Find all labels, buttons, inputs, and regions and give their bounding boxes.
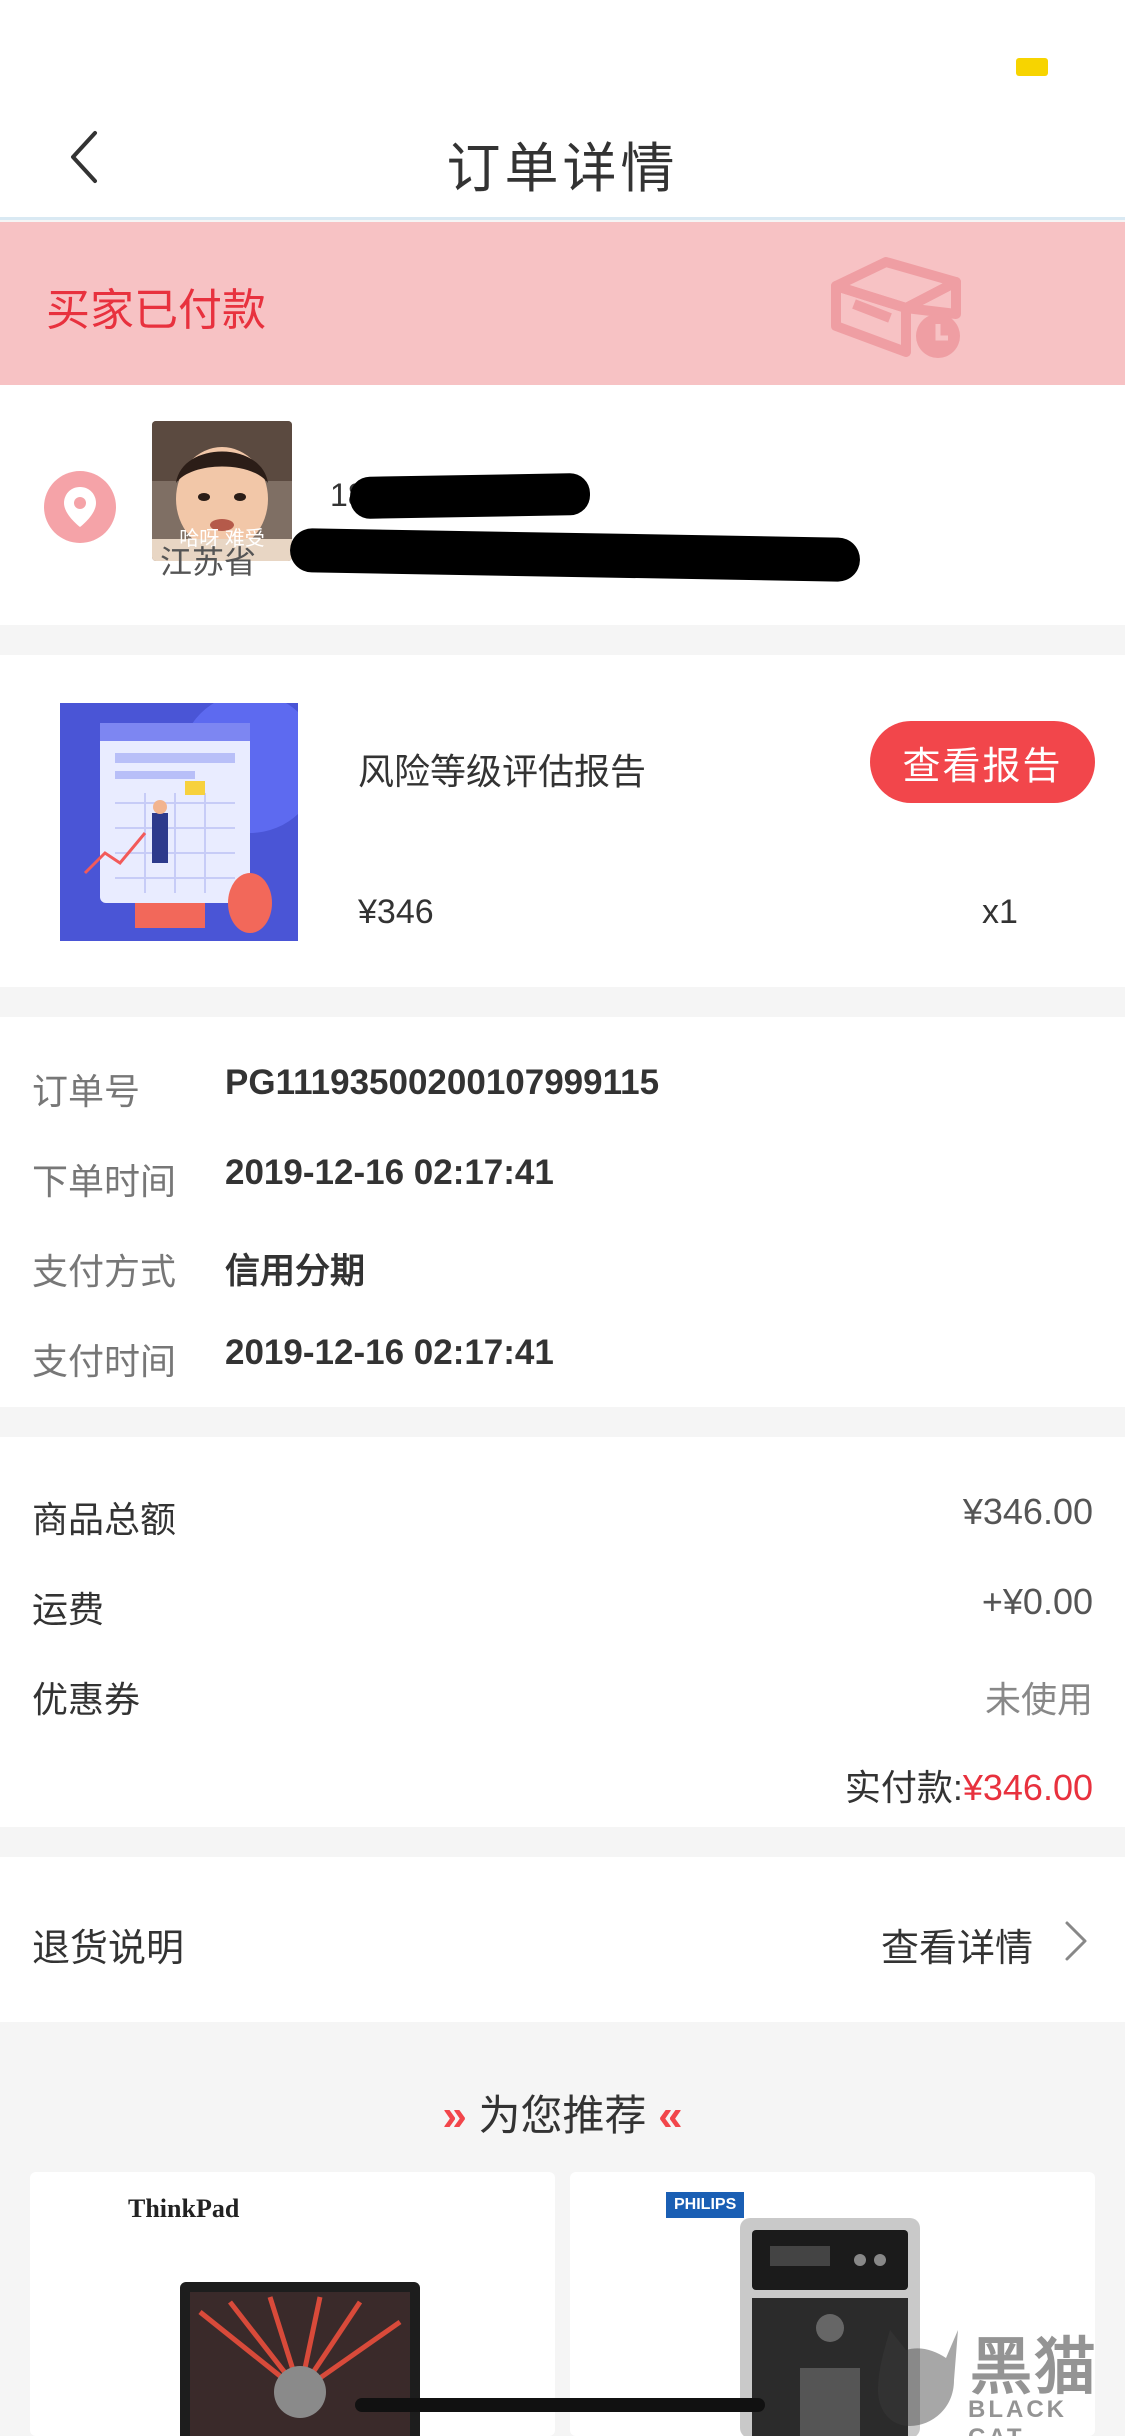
view-details-link[interactable]: 查看详情 [881,1917,1033,1972]
redaction-mark [289,528,861,582]
order-number-row: 订单号 PG111935002001079991​15 [0,1053,1125,1113]
payment-time-row: 支付时间 2019-12-16 02:17:41 [0,1323,1125,1383]
location-icon [44,471,116,543]
watermark-text: 黑猫 [970,2333,1099,2402]
payment-time-label: 支付时间 [32,1341,177,1382]
coupon-value: 未使用 [984,1679,1093,1720]
recommend-item[interactable]: ThinkPad [30,2172,555,2436]
order-info-section: 订单号 PG111935002001079991​15 下单时间 2019-12… [0,1017,1125,1407]
home-indicator[interactable] [355,2398,765,2412]
view-report-button[interactable]: 查看报告 [870,721,1095,803]
payment-time-value: 2019-12-16 02:17:41 [225,1333,554,1372]
chevron-right-icon [1065,1921,1087,1961]
goods-total-value: ¥346.00 [962,1491,1093,1532]
watermark: 黑猫 BLACK CAT [870,2310,1120,2436]
shipping-label: 运费 [32,1589,105,1630]
return-policy-row[interactable]: 退货说明 查看详情 [0,1857,1125,2022]
right-arrows-icon: « [658,2091,683,2140]
redaction-mark [349,472,591,520]
recommend-title: » 为您推荐 « [0,2082,1125,2143]
payment-method-row: 支付方式 信用分期 [0,1233,1125,1293]
coupon-label: 优惠券 [32,1679,141,1720]
battery-icon [1016,58,1048,76]
paid-total: 实付款:¥346.00 [845,1759,1093,1811]
status-bar [0,0,1125,100]
product-price: ¥346 [358,893,434,931]
recommend-title-text: 为您推荐 [478,2092,647,2139]
order-status-text: 买家已付款 [46,286,266,335]
brand-label: PHILIPS [666,2192,745,2218]
order-time-label: 下单时间 [32,1161,177,1202]
product-name: 风险等级评估报告 [358,751,647,792]
box-clock-icon [831,257,961,358]
product-card: 风险等级评估报告 查看报告 ¥346 x1 [0,655,1125,987]
nav-bar: 订单详情 [0,100,1125,220]
product-image[interactable] [60,703,298,941]
paid-label: 实付款: [844,1767,963,1808]
order-time-value: 2019-12-16 02:17:41 [225,1153,554,1192]
paid-value: ¥346.00 [962,1767,1093,1808]
address-card[interactable]: 哈呀 难受 18 江苏省 [0,385,1125,625]
goods-total-label: 商品总额 [32,1499,177,1540]
order-number-value: PG111935002001079991​15 [225,1063,660,1102]
left-arrows-icon: » [442,2091,467,2140]
shipping-value: +¥0.00 [981,1581,1093,1622]
order-time-row: 下单时间 2019-12-16 02:17:41 [0,1143,1125,1203]
order-number-label: 订单号 [32,1071,141,1112]
payment-method-value: 信用分期 [225,1252,366,1291]
cat-logo-icon [878,2330,958,2426]
brand-label: ThinkPad [128,2194,240,2223]
payment-method-label: 支付方式 [32,1251,177,1292]
product-quantity: x1 [982,893,1018,931]
screen: 订单详情 买家已付款 哈呀 难受 18 江苏省 风险等级评估报告 查看报告 ¥3… [0,0,1125,2436]
return-policy-label: 退货说明 [32,1928,185,1970]
order-status-banner: 买家已付款 [0,222,1125,385]
amount-section: 商品总额 ¥346.00 运费 +¥0.00 优惠券 未使用 实付款:¥346.… [0,1437,1125,1827]
watermark-subtext: BLACK CAT [968,2396,1067,2436]
page-title: 订单详情 [446,139,679,199]
recipient-address: 江苏省 [160,544,257,580]
laptop-image [180,2282,420,2436]
